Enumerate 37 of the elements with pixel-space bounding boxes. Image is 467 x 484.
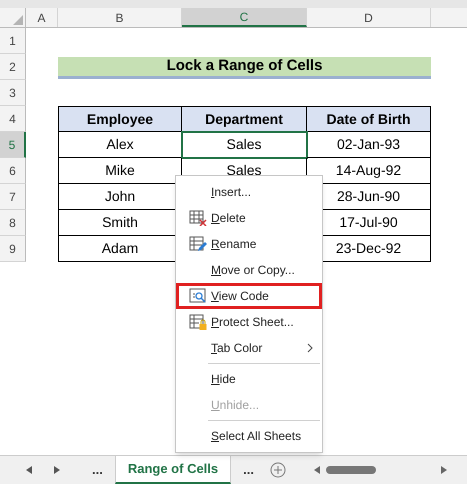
table-cell[interactable]: 02-Jan-93	[307, 132, 431, 158]
sheet-tab[interactable]: ...	[80, 456, 115, 484]
scroll-left-icon[interactable]	[314, 466, 320, 474]
row-header[interactable]: 2	[0, 54, 26, 80]
menu-item[interactable]: Protect Sheet...	[176, 309, 322, 335]
scroll-right-icon[interactable]	[441, 466, 447, 474]
scroll-left-icon[interactable]	[26, 466, 32, 474]
title-banner: Lock a Range of Cells	[58, 57, 431, 79]
row-header[interactable]: 3	[0, 80, 26, 106]
sheet-tab[interactable]: ...	[231, 456, 266, 484]
column-heading: Department	[182, 106, 307, 132]
row-header[interactable]: 8	[0, 210, 26, 236]
protect-sheet-icon	[189, 314, 207, 330]
table-cell[interactable]: Sales	[182, 132, 307, 158]
add-sheet-icon[interactable]	[270, 462, 286, 478]
row-header[interactable]: 6	[0, 158, 26, 184]
scroll-right-icon[interactable]	[54, 466, 60, 474]
sheet-tab[interactable]: Range of Cells	[114, 456, 232, 484]
row-header[interactable]: 1	[0, 28, 26, 54]
row-header[interactable]: 9	[0, 236, 26, 262]
row-header[interactable]: 5	[0, 132, 26, 158]
column-header[interactable]: C	[182, 8, 307, 27]
column-heading: Employee	[58, 106, 182, 132]
table-cell[interactable]: Alex	[58, 132, 182, 158]
menu-item[interactable]: Hide	[176, 366, 322, 392]
corner-triangle-icon	[13, 15, 23, 25]
delete-table-icon	[189, 210, 207, 226]
menu-item[interactable]: View Code	[176, 283, 322, 309]
menu-item[interactable]: Tab Color	[176, 335, 322, 361]
row-header[interactable]: 4	[0, 106, 26, 132]
column-header[interactable]: D	[307, 8, 431, 27]
rename-table-icon	[189, 236, 207, 252]
column-heading: Date of Birth	[307, 106, 431, 132]
row-header[interactable]: 7	[0, 184, 26, 210]
view-code-icon	[189, 288, 207, 304]
menu-item[interactable]: Select All Sheets	[176, 423, 322, 449]
column-header[interactable]: A	[26, 8, 58, 27]
